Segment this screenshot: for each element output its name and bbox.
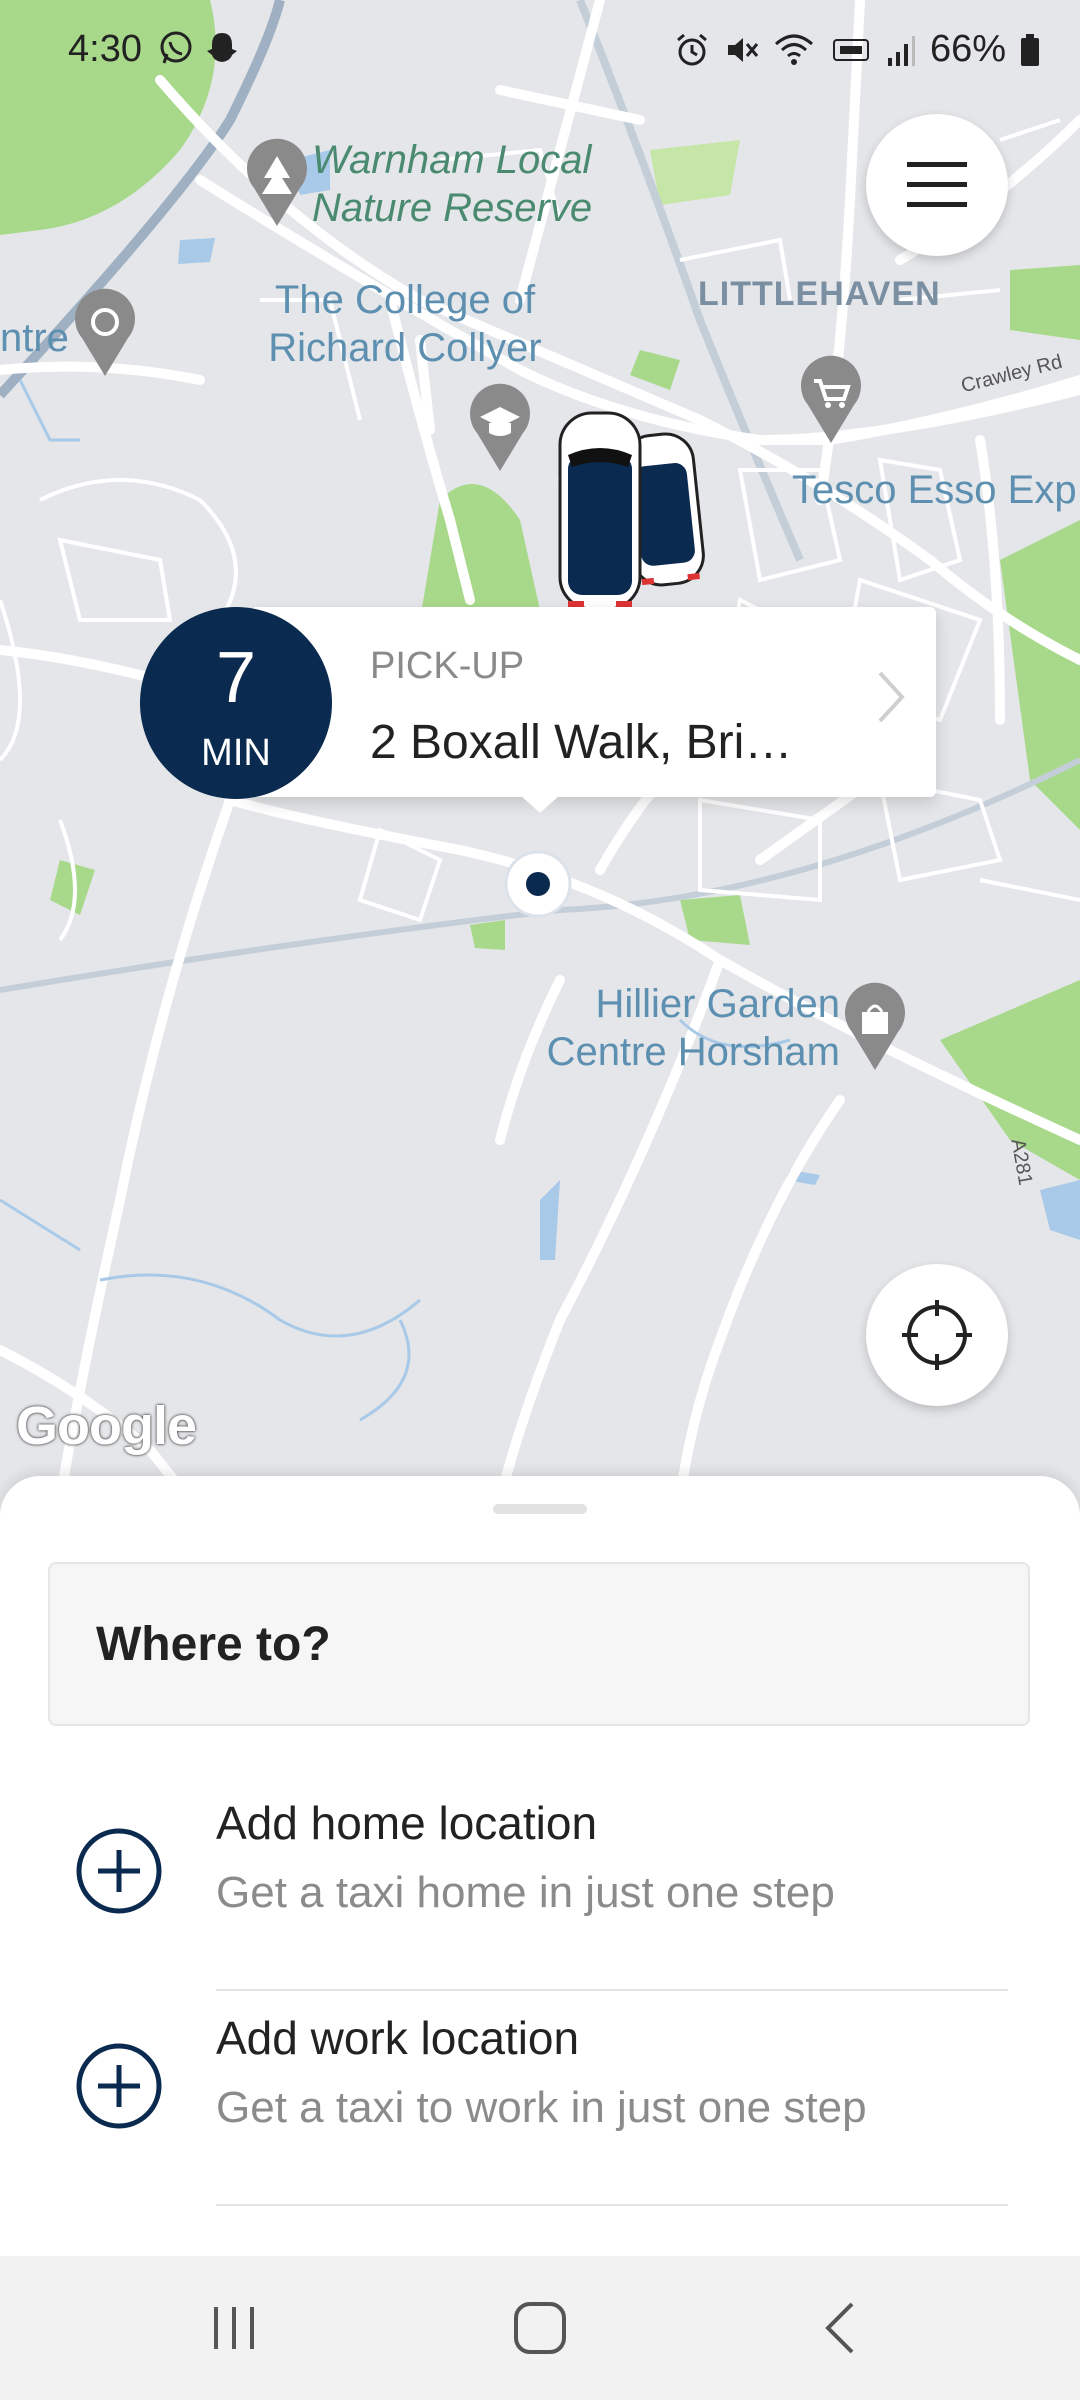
pickup-label: PICK-UP xyxy=(370,645,525,687)
home-icon xyxy=(514,2302,566,2354)
recent-apps-icon xyxy=(214,2307,254,2349)
home-button[interactable] xyxy=(440,2256,640,2400)
destination-search-box[interactable] xyxy=(48,1562,1030,1726)
chevron-right-icon xyxy=(878,671,905,723)
shopping-cart-pin-icon xyxy=(801,355,861,443)
bottom-sheet: Add home location Get a taxi home in jus… xyxy=(0,1476,1080,2256)
pickup-address: 2 Boxall Walk, Bri… xyxy=(370,716,793,769)
map-label-littlehaven: LITTLEHAVEN xyxy=(698,275,941,313)
hamburger-menu-icon xyxy=(907,162,967,207)
map-view[interactable]: Warnham Local Nature Reserve The College… xyxy=(0,0,1080,1500)
pickup-card[interactable]: PICK-UP 2 Boxall Walk, Bri… xyxy=(250,607,936,797)
plus-circle-icon xyxy=(76,1828,162,1914)
menu-button[interactable] xyxy=(866,114,1008,256)
notification-icons xyxy=(158,30,240,66)
add-home-subtitle: Get a taxi home in just one step xyxy=(216,1868,835,1917)
alarm-icon xyxy=(676,33,707,65)
mute-icon xyxy=(727,37,759,62)
signal-icon xyxy=(887,35,915,66)
map-label-warnham: Warnham Local Nature Reserve xyxy=(312,138,593,230)
volte-icon xyxy=(832,38,869,61)
system-nav-bar xyxy=(0,2256,1080,2400)
sheet-drag-handle[interactable] xyxy=(493,1504,587,1514)
back-button[interactable] xyxy=(740,2256,940,2400)
eta-unit: MIN xyxy=(201,732,271,774)
whatsapp-icon xyxy=(160,31,192,64)
add-home-location-item[interactable]: Add home location Get a taxi home in jus… xyxy=(0,1776,1080,1991)
add-home-title: Add home location xyxy=(216,1797,598,1849)
sports-pin-icon xyxy=(75,288,135,376)
school-pin-icon xyxy=(470,383,530,471)
battery-icon xyxy=(1021,33,1039,66)
wifi-icon xyxy=(774,34,813,65)
add-work-subtitle: Get a taxi to work in just one step xyxy=(216,2083,867,2132)
map-label-centre: ntre xyxy=(0,316,69,360)
recent-apps-button[interactable] xyxy=(135,2256,335,2400)
pickup-location-dot xyxy=(504,850,572,918)
add-work-location-item[interactable]: Add work location Get a taxi to work in … xyxy=(0,1991,1080,2206)
eta-value: 7 xyxy=(215,638,257,718)
map-label-hillier: Hillier Garden Centre Horsham xyxy=(546,982,840,1074)
pickup-card-pointer xyxy=(520,795,560,813)
map-label-tesco: Tesco Esso Exp xyxy=(792,468,1077,512)
snapchat-icon xyxy=(207,33,237,62)
crosshair-icon xyxy=(902,1300,972,1370)
divider xyxy=(216,2204,1008,2206)
status-bar: 4:30 66% xyxy=(0,0,1080,100)
back-arrow-icon xyxy=(825,2302,854,2354)
park-pin-icon xyxy=(247,138,307,226)
taxi-car-icon xyxy=(558,411,705,611)
google-logo: Google xyxy=(16,1396,197,1456)
eta-badge: 7 MIN xyxy=(140,607,332,799)
battery-percentage: 66% xyxy=(929,28,1006,70)
recenter-location-button[interactable] xyxy=(866,1264,1008,1406)
add-work-title: Add work location xyxy=(216,2012,580,2064)
status-time: 4:30 xyxy=(68,28,142,70)
shopping-bag-pin-icon xyxy=(845,982,905,1070)
map-label-college: The College of Richard Collyer xyxy=(268,278,542,370)
destination-search-input[interactable] xyxy=(50,1564,1028,1724)
plus-circle-icon xyxy=(76,2043,162,2129)
